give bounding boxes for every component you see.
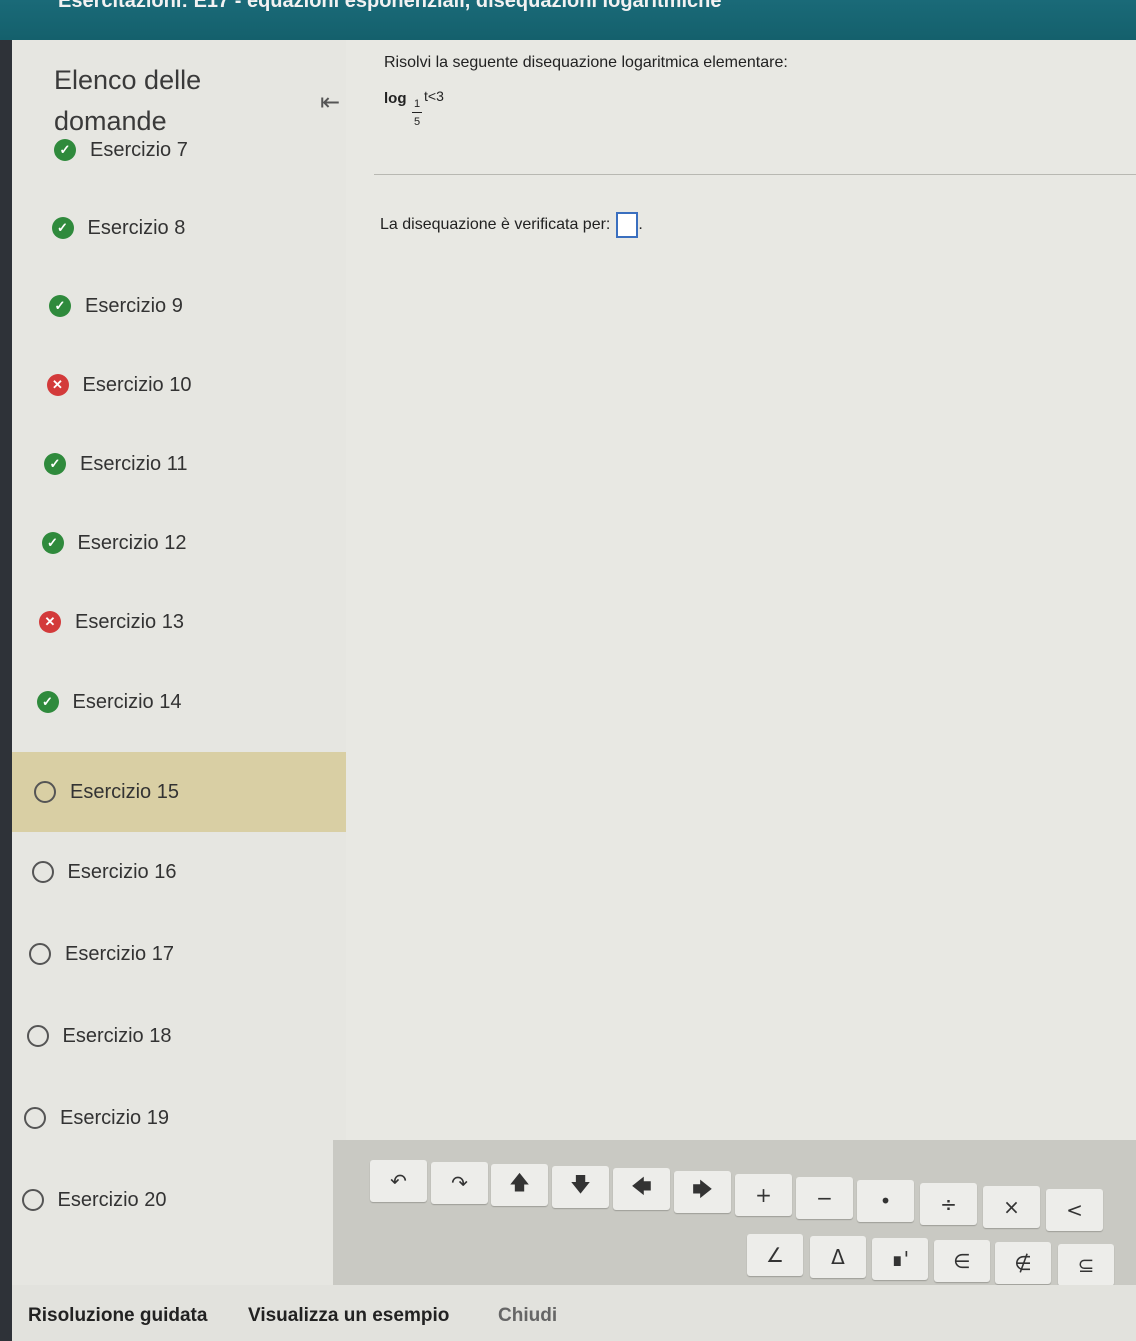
log-base-numerator: 1 xyxy=(414,98,421,110)
guided-solution-button[interactable]: Risoluzione guidata xyxy=(28,1305,207,1327)
keyboard-key[interactable]: 🡅 xyxy=(491,1164,548,1206)
error-circle-icon: ✕ xyxy=(39,611,61,633)
inequality-expression: t<3 xyxy=(424,88,444,104)
sidebar-item[interactable]: Esercizio 19 xyxy=(12,1078,346,1158)
empty-circle-icon xyxy=(34,781,56,803)
bottom-toolbar: Risoluzione guidata Visualizza un esempi… xyxy=(12,1285,1136,1341)
show-example-button[interactable]: Visualizza un esempio xyxy=(248,1305,449,1327)
sidebar-item[interactable]: Esercizio 17 xyxy=(12,914,346,994)
check-circle-icon: ✓ xyxy=(49,295,71,317)
keyboard-key[interactable]: − xyxy=(796,1177,853,1219)
log-base-denominator: 5 xyxy=(414,116,421,128)
keyboard-key[interactable]: Δ xyxy=(810,1236,866,1278)
math-keyboard: ↶ ↷ 🡅 🡇 🡄 🡆 + − • ÷ × < ∠ Δ ∎' ∈ ∉ ⊆ xyxy=(333,1140,1136,1286)
keyboard-key[interactable]: ∠ xyxy=(747,1234,803,1276)
answer-input[interactable] xyxy=(616,212,639,238)
error-circle-icon: ✕ xyxy=(46,374,69,396)
sidebar-item[interactable]: Esercizio 20 xyxy=(12,1160,346,1240)
keyboard-key[interactable]: × xyxy=(983,1186,1040,1228)
sidebar-item[interactable]: ✓ Esercizio 9 xyxy=(12,266,346,346)
left-edge xyxy=(0,40,12,1341)
sidebar-item[interactable]: ✕ Esercizio 13 xyxy=(12,582,346,662)
answer-label: La disequazione è verificata per: xyxy=(380,216,611,233)
empty-circle-icon xyxy=(29,943,51,965)
sidebar-item[interactable]: Esercizio 18 xyxy=(12,996,346,1076)
empty-circle-icon xyxy=(31,861,54,883)
sidebar-item-label: Esercizio 16 xyxy=(67,860,177,883)
log-operator: log xyxy=(384,90,407,107)
sidebar-item-label: Esercizio 10 xyxy=(82,373,192,396)
sidebar-item[interactable]: Esercizio 16 xyxy=(12,832,346,912)
sidebar-item-label: Esercizio 18 xyxy=(62,1024,172,1047)
keyboard-key[interactable]: ∎' xyxy=(872,1238,928,1280)
empty-circle-icon xyxy=(21,1189,44,1211)
keyboard-key[interactable]: 🡇 xyxy=(552,1166,609,1208)
answer-line: La disequazione è verificata per: . xyxy=(380,212,643,238)
check-circle-icon: ✓ xyxy=(44,453,66,475)
question-panel: Risolvi la seguente disequazione logarit… xyxy=(346,40,1136,1140)
window-title: Esercitazioni: E17 - equazioni esponenzi… xyxy=(58,0,722,12)
close-button[interactable]: Chiudi xyxy=(498,1305,557,1327)
keyboard-key[interactable]: < xyxy=(1046,1189,1103,1231)
keyboard-key[interactable]: 🡄 xyxy=(613,1168,670,1210)
sidebar-item[interactable]: ✓ Esercizio 8 xyxy=(12,188,346,268)
sidebar-item[interactable]: ✕ Esercizio 10 xyxy=(12,345,346,425)
empty-circle-icon xyxy=(26,1025,49,1047)
keyboard-key[interactable]: 🡆 xyxy=(674,1171,731,1213)
question-list-sidebar: Elenco delle domande ⇤ ✓ Esercizio 7 ✓ Eser… xyxy=(12,40,346,1285)
keyboard-key[interactable]: + xyxy=(735,1174,792,1216)
log-inequality: log 1 5 t<3 xyxy=(384,88,504,148)
sidebar-item-label: Esercizio 17 xyxy=(65,942,174,965)
sidebar-item-label: Esercizio 19 xyxy=(60,1106,169,1129)
keyboard-key[interactable]: ↷ xyxy=(431,1162,488,1204)
fraction-bar xyxy=(412,112,422,113)
sidebar-item-label: Esercizio 14 xyxy=(72,690,182,713)
answer-suffix: . xyxy=(638,216,643,233)
sidebar-item[interactable]: ✓ Esercizio 12 xyxy=(12,503,346,583)
check-circle-icon: ✓ xyxy=(36,691,59,713)
keyboard-key[interactable]: • xyxy=(857,1180,914,1222)
sidebar-item-label: Esercizio 8 xyxy=(87,216,186,239)
keyboard-key[interactable]: ↶ xyxy=(370,1160,427,1202)
sidebar-item-label: Esercizio 12 xyxy=(77,531,187,554)
check-circle-icon: ✓ xyxy=(54,139,76,161)
sidebar-item-label: Esercizio 20 xyxy=(57,1188,167,1211)
keyboard-key[interactable]: ÷ xyxy=(920,1183,977,1225)
sidebar-item[interactable]: ✓ Esercizio 14 xyxy=(12,662,346,742)
sidebar-item[interactable]: ✓ Esercizio 7 xyxy=(12,110,346,190)
check-circle-icon: ✓ xyxy=(51,217,74,239)
sidebar-item-label: Esercizio 11 xyxy=(80,452,188,475)
sidebar-item-label: Esercizio 15 xyxy=(70,780,179,803)
keyboard-key[interactable]: ∈ xyxy=(934,1240,990,1282)
keyboard-key[interactable]: ∉ xyxy=(995,1242,1051,1284)
sidebar-item-label: Esercizio 9 xyxy=(85,294,183,317)
check-circle-icon: ✓ xyxy=(41,532,64,554)
window-titlebar: Esercitazioni: E17 - equazioni esponenzi… xyxy=(0,0,1136,40)
sidebar-item[interactable]: ✓ Esercizio 11 xyxy=(12,424,346,504)
empty-circle-icon xyxy=(24,1107,46,1129)
sidebar-item[interactable]: Esercizio 15 xyxy=(12,752,346,832)
question-prompt: Risolvi la seguente disequazione logarit… xyxy=(384,54,788,71)
keyboard-key[interactable]: ⊆ xyxy=(1058,1244,1114,1286)
sidebar-item-label: Esercizio 7 xyxy=(90,138,188,161)
divider xyxy=(374,174,1136,175)
sidebar-item-label: Esercizio 13 xyxy=(75,610,184,633)
